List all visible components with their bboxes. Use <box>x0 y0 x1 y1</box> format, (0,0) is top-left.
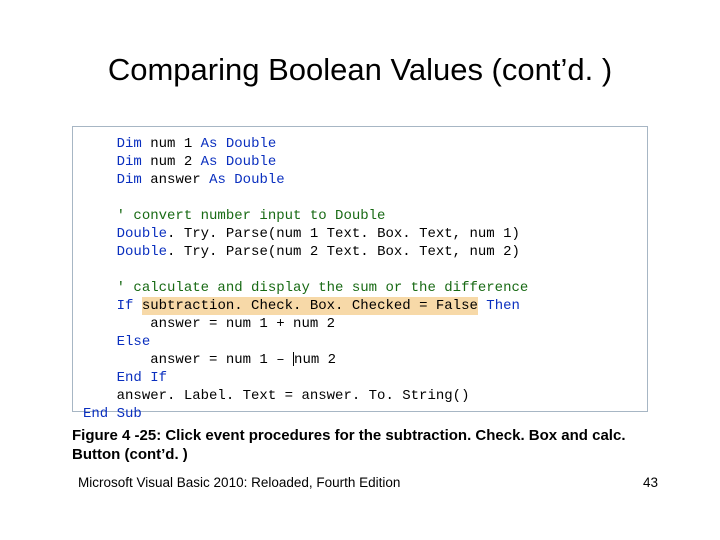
label-assign: answer. Label. Text = answer. To. String… <box>117 388 470 404</box>
comment-calc: ' calculate and display the sum or the d… <box>117 280 529 296</box>
kw-as: As <box>209 172 226 188</box>
kw-dim: Dim <box>117 172 142 188</box>
kw-double: Double <box>226 136 276 152</box>
comment-convert: ' convert number input to Double <box>117 208 386 224</box>
kw-end: End <box>117 370 142 386</box>
parse-line-2: . Try. Parse(num 2 Text. Box. Text, num … <box>167 244 520 260</box>
kw-double: Double <box>234 172 284 188</box>
kw-as: As <box>201 136 218 152</box>
highlighted-condition: subtraction. Check. Box. Checked = False <box>142 297 478 315</box>
kw-else: Else <box>117 334 151 350</box>
kw-if: If <box>150 370 167 386</box>
kw-then: Then <box>486 298 520 314</box>
kw-double: Double <box>117 244 167 260</box>
kw-double: Double <box>117 226 167 242</box>
kw-dim: Dim <box>117 136 142 152</box>
code-block: Dim num 1 As Double Dim num 2 As Double … <box>83 135 637 423</box>
kw-sub: Sub <box>117 406 142 422</box>
slide-title: Comparing Boolean Values (cont’d. ) <box>0 52 720 88</box>
assign-add: answer = num 1 + num 2 <box>150 316 335 332</box>
slide: Comparing Boolean Values (cont’d. ) Dim … <box>0 0 720 540</box>
kw-if: If <box>117 298 134 314</box>
kw-as: As <box>201 154 218 170</box>
code-figure: Dim num 1 As Double Dim num 2 As Double … <box>72 126 648 412</box>
kw-end: End <box>83 406 108 422</box>
assign-sub: answer = num 1 – <box>150 352 293 368</box>
page-number: 43 <box>643 475 658 490</box>
parse-line-1: . Try. Parse(num 1 Text. Box. Text, num … <box>167 226 520 242</box>
kw-dim: Dim <box>117 154 142 170</box>
kw-double: Double <box>226 154 276 170</box>
footer-book-title: Microsoft Visual Basic 2010: Reloaded, F… <box>78 475 400 490</box>
figure-caption: Figure 4 -25: Click event procedures for… <box>72 426 648 464</box>
